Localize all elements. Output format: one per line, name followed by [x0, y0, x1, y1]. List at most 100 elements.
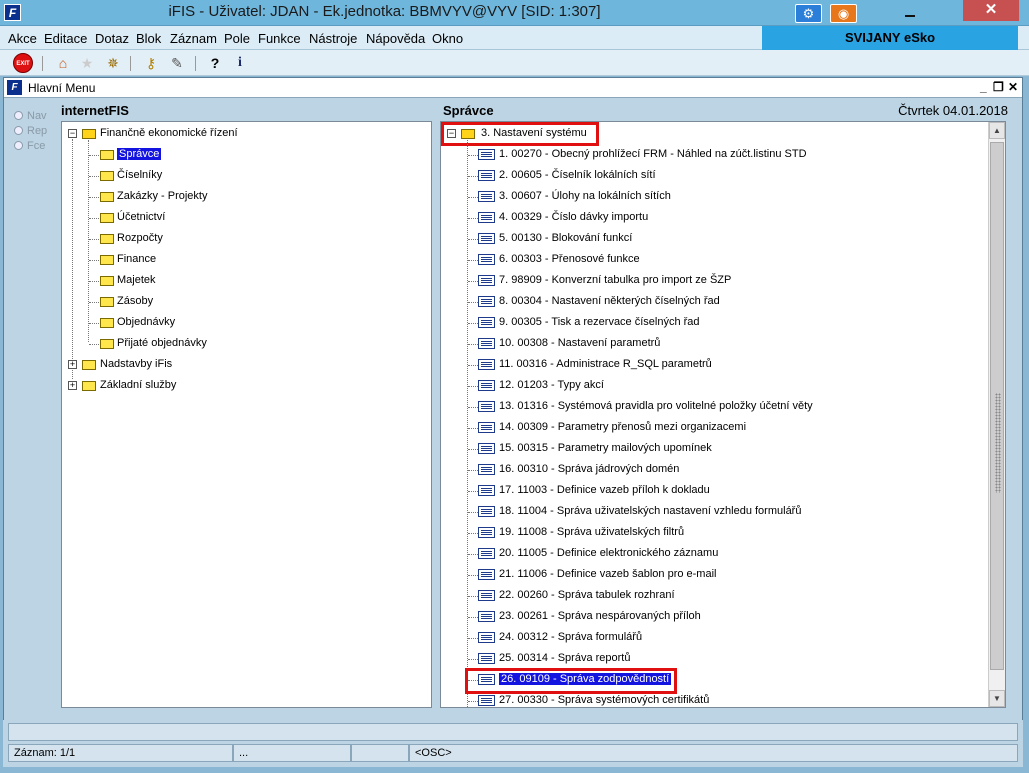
- tree-node-item[interactable]: 25. 00314 - Správa reportů: [499, 652, 630, 664]
- tree-line: [72, 139, 73, 379]
- scroll-down-button[interactable]: ▼: [989, 690, 1005, 707]
- tree-node-item[interactable]: 23. 00261 - Správa nespárovaných příloh: [499, 610, 701, 622]
- tree-node-root[interactable]: Finančně ekonomické řízení: [100, 127, 238, 139]
- form-icon: [478, 464, 495, 475]
- tree-node-child[interactable]: Rozpočty: [117, 232, 163, 244]
- tree-node-child[interactable]: Číselníky: [117, 169, 162, 181]
- tree-node-other[interactable]: Základní služby: [100, 379, 176, 391]
- scroll-up-button[interactable]: ▲: [989, 122, 1005, 139]
- folder-icon: [100, 297, 114, 307]
- tree-node-item[interactable]: 24. 00312 - Správa formulářů: [499, 631, 642, 643]
- tree-node-child[interactable]: Účetnictví: [117, 211, 165, 223]
- menu-editace[interactable]: Editace: [44, 31, 87, 46]
- tree-line: [468, 575, 478, 576]
- title-bar: F iFIS - Uživatel: JDAN - Ek.jednotka: B…: [0, 0, 1029, 26]
- menu-napoveda[interactable]: Nápověda: [366, 31, 425, 46]
- tools-icon[interactable]: ✎: [167, 53, 187, 73]
- wheel-icon[interactable]: ✵: [103, 53, 123, 73]
- form-icon: [478, 422, 495, 433]
- collapse-toggle[interactable]: −: [68, 129, 77, 138]
- tree-node-other[interactable]: Nadstavby iFis: [100, 358, 172, 370]
- tree-line: [468, 533, 478, 534]
- close-icon[interactable]: ✕: [1008, 80, 1018, 94]
- tree-node-child[interactable]: Finance: [117, 253, 156, 265]
- home-icon[interactable]: ⌂: [53, 53, 73, 73]
- keys-icon[interactable]: ⚷: [141, 53, 161, 73]
- toolbar-separator: [195, 56, 196, 71]
- tree-node-item[interactable]: 15. 00315 - Parametry mailových upomínek: [499, 442, 712, 454]
- tree-node-item[interactable]: 12. 01203 - Typy akcí: [499, 379, 604, 391]
- tree-line: [468, 344, 478, 345]
- exit-button[interactable]: EXIT: [13, 53, 33, 73]
- tree-node-item[interactable]: 17. 11003 - Definice vazeb příloh k dokl…: [499, 484, 710, 496]
- minimize-button[interactable]: [900, 6, 920, 20]
- tree-node-item[interactable]: 21. 11006 - Definice vazeb šablon pro e-…: [499, 568, 716, 580]
- highlight-root: [441, 122, 599, 146]
- inner-window-title: Hlavní Menu: [28, 81, 96, 95]
- menu-dotaz[interactable]: Dotaz: [95, 31, 129, 46]
- tree-node-item[interactable]: 13. 01316 - Systémová pravidla pro volit…: [499, 400, 813, 412]
- tree-node-item[interactable]: 22. 00260 - Správa tabulek rozhraní: [499, 589, 675, 601]
- expand-toggle[interactable]: +: [68, 360, 77, 369]
- tree-node-item[interactable]: 7. 98909 - Konverzní tabulka pro import …: [499, 274, 731, 286]
- tree-node-item[interactable]: 6. 00303 - Přenosové funkce: [499, 253, 640, 265]
- toolbar-separator: [130, 56, 131, 71]
- tree-node-child[interactable]: Objednávky: [117, 316, 175, 328]
- tree-node-item[interactable]: 8. 00304 - Nastavení některých číselných…: [499, 295, 720, 307]
- form-icon: [478, 632, 495, 643]
- tree-node-item[interactable]: 2. 00605 - Číselník lokálních sítí: [499, 169, 656, 181]
- expand-toggle[interactable]: +: [68, 381, 77, 390]
- folder-icon: [100, 339, 114, 349]
- minimize-icon[interactable]: _: [980, 80, 987, 94]
- tree-node-child[interactable]: Zásoby: [117, 295, 153, 307]
- toolbar: EXIT ⌂ ★ ✵ ⚷ ✎ ? i: [0, 50, 1029, 76]
- tree-node-child[interactable]: Přijaté objednávky: [117, 337, 207, 349]
- menu-okno[interactable]: Okno: [432, 31, 463, 46]
- tree-node-child[interactable]: Majetek: [117, 274, 156, 286]
- folder-icon: [100, 171, 114, 181]
- menu-blok[interactable]: Blok: [136, 31, 161, 46]
- gear-icon[interactable]: ⚙: [795, 4, 822, 23]
- menu-pole[interactable]: Pole: [224, 31, 250, 46]
- status-empty: [351, 744, 409, 762]
- menu-funkce[interactable]: Funkce: [258, 31, 301, 46]
- tree-line: [468, 491, 478, 492]
- star-icon[interactable]: ★: [77, 53, 97, 73]
- tree-node-item[interactable]: 27. 00330 - Správa systémových certifiká…: [499, 694, 709, 706]
- tree-node-item[interactable]: 19. 11008 - Správa uživatelských filtrů: [499, 526, 684, 538]
- tree-node-child[interactable]: Správce: [117, 148, 162, 160]
- form-icon: [478, 338, 495, 349]
- tree-node-item[interactable]: 3. 00607 - Úlohy na lokálních sítích: [499, 190, 671, 202]
- close-button[interactable]: ✕: [963, 0, 1019, 21]
- tree-node-item[interactable]: 5. 00130 - Blokování funkcí: [499, 232, 632, 244]
- left-tree-pane: − Finančně ekonomické řízení Správce Číseln…: [61, 121, 432, 708]
- tree-node-item[interactable]: 11. 00316 - Administrace R_SQL parametrů: [499, 358, 712, 370]
- tree-node-item[interactable]: 18. 11004 - Správa uživatelských nastave…: [499, 505, 801, 517]
- tree-node-item[interactable]: 9. 00305 - Tisk a rezervace číselných řa…: [499, 316, 700, 328]
- form-icon: [478, 527, 495, 538]
- info-icon[interactable]: i: [230, 53, 250, 73]
- radio-fce[interactable]: Fce: [14, 138, 47, 153]
- tree-node-item[interactable]: 1. 00270 - Obecný prohlížecí FRM - Náhle…: [499, 148, 807, 160]
- vertical-scrollbar[interactable]: ▲ ▼: [988, 122, 1005, 707]
- tree-node-item[interactable]: 16. 00310 - Správa jádrových domén: [499, 463, 679, 475]
- form-icon: [478, 233, 495, 244]
- help-icon[interactable]: ?: [205, 53, 225, 73]
- tree-line: [467, 140, 468, 707]
- menu-akce[interactable]: Akce: [8, 31, 37, 46]
- scroll-thumb[interactable]: [990, 142, 1004, 670]
- tree-node-item[interactable]: 4. 00329 - Číslo dávky importu: [499, 211, 648, 223]
- radio-nav[interactable]: Nav: [14, 108, 47, 123]
- tree-node-item[interactable]: 14. 00309 - Parametry přenosů mezi organ…: [499, 421, 746, 433]
- radio-rep[interactable]: Rep: [14, 123, 47, 138]
- tree-node-item[interactable]: 10. 00308 - Nastavení parametrů: [499, 337, 660, 349]
- form-icon: [478, 317, 495, 328]
- menu-nastroje[interactable]: Nástroje: [309, 31, 357, 46]
- tree-node-item[interactable]: 20. 11005 - Definice elektronického zázn…: [499, 547, 718, 559]
- restore-icon[interactable]: ❐: [993, 80, 1004, 94]
- tree-node-child[interactable]: Zakázky - Projekty: [117, 190, 207, 202]
- form-icon: [478, 212, 495, 223]
- form-icon: [478, 170, 495, 181]
- rss-icon[interactable]: ◉: [830, 4, 857, 23]
- menu-zaznam[interactable]: Záznam: [170, 31, 217, 46]
